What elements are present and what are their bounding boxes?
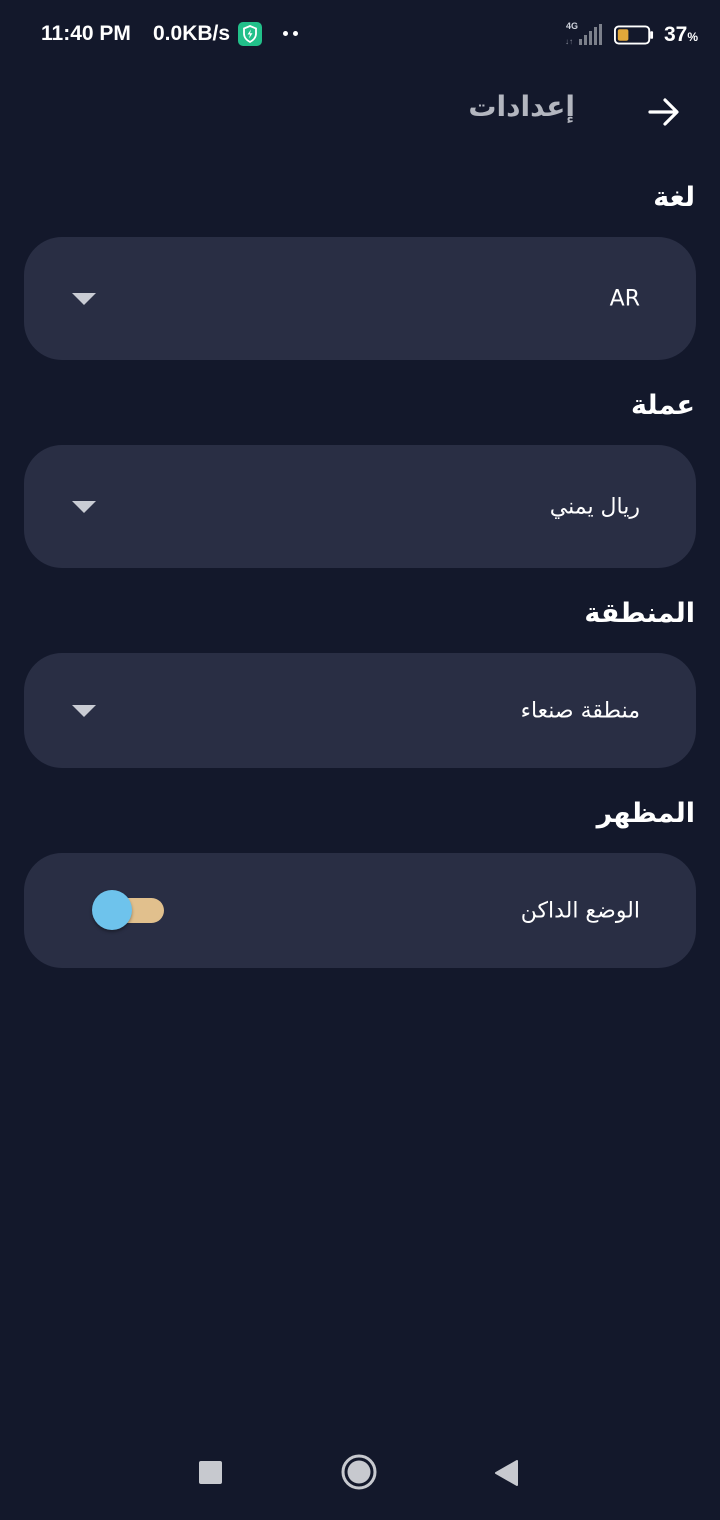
shield-icon: [238, 22, 262, 46]
region-value: منطقة صنعاء: [520, 698, 640, 723]
appearance-label: المظهر: [596, 798, 695, 829]
nav-back-button[interactable]: [494, 1459, 520, 1487]
dropdown-arrow-icon: [72, 292, 96, 305]
back-button[interactable]: [640, 88, 688, 136]
currency-label: عملة: [631, 390, 695, 421]
language-dropdown[interactable]: AR: [24, 237, 696, 360]
toggle-thumb: [92, 890, 132, 930]
dark-mode-label: الوضع الداكن: [520, 898, 640, 923]
triangle-back-icon: [495, 1460, 518, 1486]
recents-button[interactable]: [199, 1461, 222, 1484]
arrow-right-icon: [648, 98, 679, 126]
page-title: إعدادات: [468, 90, 575, 123]
status-bar: 11:40 PM 0.0KB/s 4G ↓↑ 37%: [0, 0, 720, 70]
currency-value: ريال يمني: [549, 494, 640, 519]
notification-dots-icon: [283, 31, 299, 37]
circle-home-icon: [341, 1454, 377, 1490]
language-value: AR: [609, 286, 640, 311]
home-button[interactable]: [340, 1453, 378, 1491]
region-label: المنطقة: [584, 598, 695, 629]
status-time: 11:40 PM: [41, 22, 131, 45]
battery-unit: %: [687, 30, 699, 44]
dropdown-arrow-icon: [72, 704, 96, 717]
battery-percent: 37%: [664, 23, 699, 46]
dropdown-arrow-icon: [72, 500, 96, 513]
language-label: لغة: [653, 182, 695, 213]
currency-dropdown[interactable]: ريال يمني: [24, 445, 696, 568]
battery-icon: [614, 25, 654, 45]
dark-mode-row: الوضع الداكن: [24, 853, 696, 968]
svg-text:↓↑: ↓↑: [565, 37, 573, 46]
signal-icon: ↓↑: [565, 24, 602, 46]
region-dropdown[interactable]: منطقة صنعاء: [24, 653, 696, 768]
network-speed: 0.0KB/s: [153, 22, 231, 45]
dark-mode-toggle[interactable]: [92, 890, 166, 930]
